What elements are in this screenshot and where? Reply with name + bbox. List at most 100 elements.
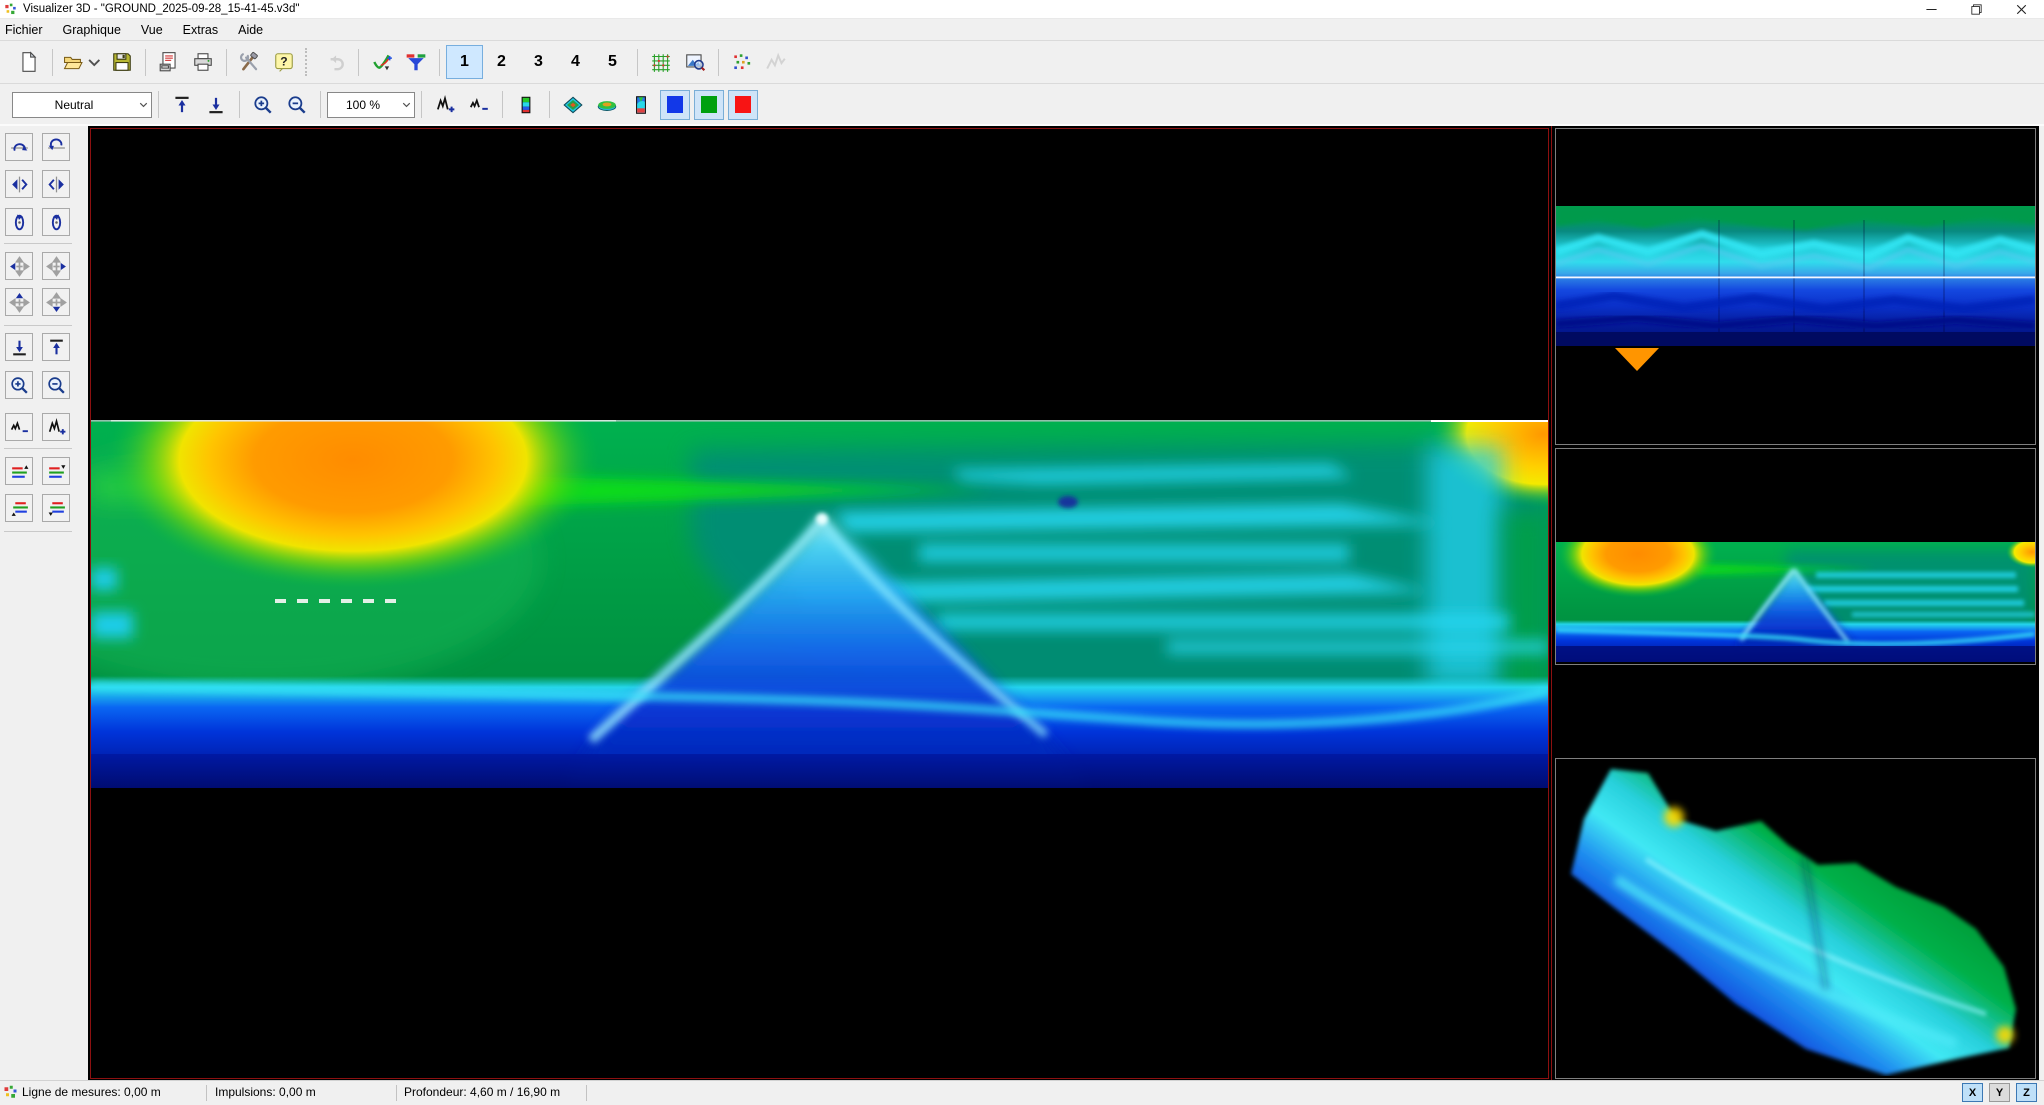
cross-section-view[interactable] <box>1555 128 2036 445</box>
roll-left-button[interactable] <box>5 208 33 236</box>
status-panel-1: Impulsions: 0,00 m <box>215 1085 316 1099</box>
color-green-icon <box>701 96 717 113</box>
flip-right-button[interactable] <box>42 170 70 198</box>
chevron-down-icon <box>137 98 150 111</box>
channel-red-button[interactable] <box>728 90 758 120</box>
menu-item-aide[interactable]: Aide <box>228 21 273 39</box>
zoom-level-select[interactable]: 100 % <box>327 92 415 118</box>
measure-check-button[interactable] <box>365 45 399 79</box>
signal-minus-icon <box>468 94 490 116</box>
minimize-button[interactable] <box>1909 0 1954 18</box>
toolbar-grip[interactable] <box>305 48 310 76</box>
undo-icon <box>324 51 346 73</box>
layers-bottom-button[interactable] <box>42 494 70 522</box>
menu-item-graphique[interactable]: Graphique <box>53 21 131 39</box>
window-title: Visualizer 3D - "GROUND_2025-09-28_15-41… <box>23 3 299 15</box>
view-side-icon <box>630 94 652 116</box>
toolbar-separator <box>502 91 503 118</box>
rotate-down-button[interactable] <box>42 133 70 161</box>
signal-chart-button[interactable] <box>759 45 793 79</box>
undo-button[interactable] <box>318 45 352 79</box>
align-bottom-button[interactable] <box>5 333 33 361</box>
restore-button[interactable] <box>1954 0 1999 18</box>
help-button[interactable]: ? <box>267 45 301 79</box>
signal-plus-button[interactable] <box>42 413 70 441</box>
signal-decrease-button[interactable] <box>462 88 496 122</box>
view-flat-button[interactable] <box>590 88 624 122</box>
move-left-button[interactable] <box>5 252 33 280</box>
signal-plus-icon <box>46 417 67 438</box>
image-zoom-icon <box>684 51 706 73</box>
axis-y-button[interactable]: Y <box>1989 1083 2010 1102</box>
move-down-icon <box>46 292 67 313</box>
scan-profile-heatmap <box>91 420 1549 788</box>
new-document-icon <box>18 51 40 73</box>
view-preset-2-button[interactable]: 2 <box>483 45 520 79</box>
move-up-icon <box>9 292 30 313</box>
palette-select[interactable]: Neutral <box>12 92 152 118</box>
points-view-button[interactable] <box>725 45 759 79</box>
print-preview-icon <box>158 51 180 73</box>
move-left-icon <box>9 256 30 277</box>
main-scan-viewport[interactable] <box>88 126 1551 1081</box>
move-right-button[interactable] <box>42 252 70 280</box>
layers-bottom-icon <box>46 498 67 519</box>
channel-green-button[interactable] <box>694 90 724 120</box>
toolbar-separator <box>358 49 359 76</box>
view-preset-5-button[interactable]: 5 <box>594 45 631 79</box>
surface-3d-view[interactable] <box>1555 758 2036 1079</box>
color-red-icon <box>735 96 751 113</box>
status-bar: Ligne de mesures: 0,00 mImpulsions: 0,00… <box>0 1080 2044 1105</box>
layers-top-button[interactable] <box>5 494 33 522</box>
color-blue-icon <box>667 96 683 113</box>
view-preset-4-button[interactable]: 4 <box>557 45 594 79</box>
status-separator <box>396 1085 397 1101</box>
plan-mini-view[interactable] <box>1555 448 2036 665</box>
save-button[interactable] <box>105 45 139 79</box>
align-top-button[interactable] <box>42 333 70 361</box>
view-front-button[interactable] <box>509 88 543 122</box>
flip-left-icon <box>9 174 30 195</box>
zoom-in-button[interactable] <box>5 371 33 399</box>
toolbar-separator <box>549 91 550 118</box>
view-preset-1-button[interactable]: 1 <box>446 45 483 79</box>
zoom-out-button[interactable] <box>42 371 70 399</box>
menu-item-fichier[interactable]: Fichier <box>0 21 53 39</box>
view-preset-3-button[interactable]: 3 <box>520 45 557 79</box>
grid-view-button[interactable] <box>644 45 678 79</box>
align-top-button[interactable] <box>165 88 199 122</box>
zoom-out-button[interactable] <box>280 88 314 122</box>
rotate-up-button[interactable] <box>5 133 33 161</box>
layers-down-button[interactable] <box>42 457 70 485</box>
zoom-in-button[interactable] <box>246 88 280 122</box>
print-button[interactable] <box>186 45 220 79</box>
axis-x-button[interactable]: X <box>1962 1083 1983 1102</box>
close-button[interactable] <box>1999 0 2044 18</box>
options-button[interactable] <box>233 45 267 79</box>
new-file-button[interactable] <box>12 45 46 79</box>
open-file-button[interactable] <box>59 45 105 79</box>
align-bottom-icon <box>9 337 30 358</box>
move-up-button[interactable] <box>5 288 33 316</box>
sidebar-separator <box>4 243 72 244</box>
filter-button[interactable] <box>399 45 433 79</box>
flip-left-button[interactable] <box>5 170 33 198</box>
rotate-down-icon <box>46 137 67 158</box>
view-side-button[interactable] <box>624 88 658 122</box>
layers-up-button[interactable] <box>5 457 33 485</box>
signal-increase-button[interactable] <box>428 88 462 122</box>
image-inspect-button[interactable] <box>678 45 712 79</box>
menu-item-extras[interactable]: Extras <box>173 21 228 39</box>
scatter-points-icon <box>731 51 753 73</box>
align-bottom-button[interactable] <box>199 88 233 122</box>
toolbar-separator <box>320 91 321 118</box>
menu-item-vue[interactable]: Vue <box>131 21 173 39</box>
axis-z-button[interactable]: Z <box>2016 1083 2037 1102</box>
print-preview-button[interactable] <box>152 45 186 79</box>
signal-minus-button[interactable] <box>5 413 33 441</box>
status-separator <box>206 1085 207 1101</box>
view-iso-button[interactable] <box>556 88 590 122</box>
channel-blue-button[interactable] <box>660 90 690 120</box>
roll-right-button[interactable] <box>42 208 70 236</box>
move-down-button[interactable] <box>42 288 70 316</box>
